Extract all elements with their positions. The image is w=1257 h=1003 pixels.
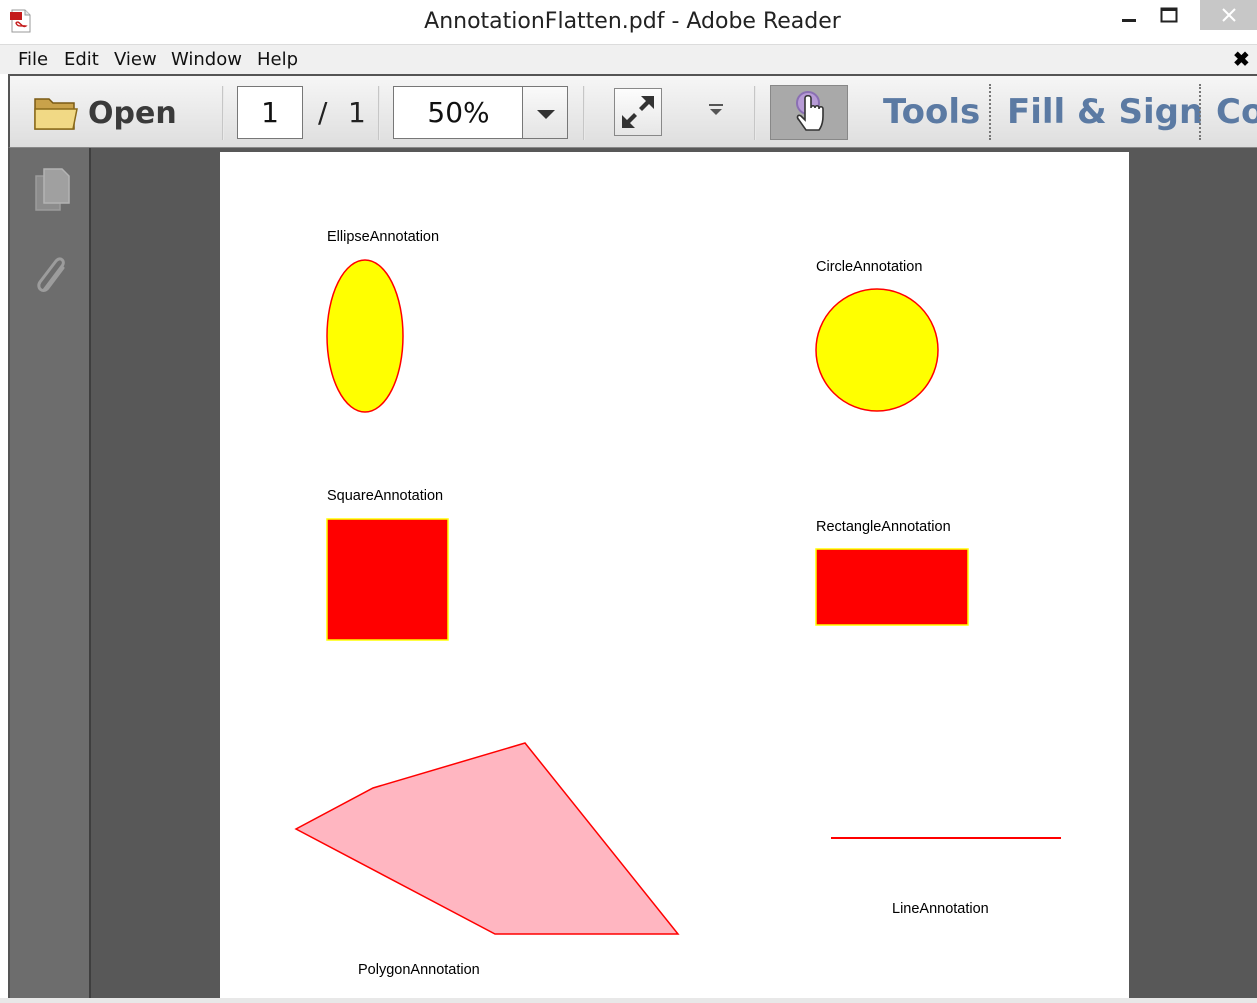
window-title: AnnotationFlatten.pdf - Adobe Reader xyxy=(424,9,841,34)
circle-annotation-label: CircleAnnotation xyxy=(816,259,923,275)
close-icon xyxy=(1221,8,1236,22)
tools-link[interactable]: Tools xyxy=(883,92,980,132)
ellipse-annotation-label: EllipseAnnotation xyxy=(327,229,440,245)
fill-sign-link[interactable]: Fill & Sign xyxy=(1007,92,1203,132)
maximize-icon xyxy=(1160,7,1178,23)
comment-link[interactable]: Co xyxy=(1216,92,1257,132)
navigation-pane xyxy=(8,148,91,998)
menu-file[interactable]: File xyxy=(18,49,48,70)
polygon-annotation-label: PolygonAnnotation xyxy=(358,962,480,978)
toolbar-separator xyxy=(583,86,585,140)
page-separator: / xyxy=(318,96,328,129)
toolbar-separator xyxy=(989,84,991,140)
line-annotation-label: LineAnnotation xyxy=(892,901,989,917)
toolbar-separator xyxy=(1199,84,1201,140)
close-window-button[interactable] xyxy=(1200,0,1257,30)
menu-view[interactable]: View xyxy=(114,49,157,70)
touch-mode-button[interactable] xyxy=(770,85,848,140)
polygon-annotation-shape xyxy=(294,742,680,935)
open-button[interactable]: Open xyxy=(32,90,177,136)
pages-icon[interactable] xyxy=(32,166,72,214)
toolbar-menu-icon[interactable] xyxy=(704,100,728,120)
zoom-input[interactable]: 50% xyxy=(393,86,523,139)
minimize-button[interactable] xyxy=(1107,0,1151,30)
toolbar-separator xyxy=(222,86,224,140)
page-total: 1 xyxy=(348,96,366,129)
annotation-shapes xyxy=(294,259,1061,935)
menu-edit[interactable]: Edit xyxy=(64,49,99,70)
square-annotation-label: SquareAnnotation xyxy=(327,488,444,504)
square-annotation-shape xyxy=(326,518,449,641)
menu-help[interactable]: Help xyxy=(257,49,298,70)
expand-arrows-icon xyxy=(622,96,654,128)
title-bar: AnnotationFlatten.pdf - Adobe Reader xyxy=(0,0,1257,44)
document-viewport[interactable]: EllipseAnnotation CircleAnnotation Squar… xyxy=(91,148,1257,998)
maximize-button[interactable] xyxy=(1147,0,1191,30)
open-label: Open xyxy=(88,95,177,131)
hand-pointer-icon xyxy=(796,91,824,131)
chevron-down-icon xyxy=(537,110,555,119)
folder-icon xyxy=(34,98,78,130)
menu-bar: File Edit View Window Help ✖ xyxy=(0,44,1257,74)
toolbar-separator xyxy=(378,86,380,140)
rectangle-annotation-label: RectangleAnnotation xyxy=(816,519,951,535)
page-number-input[interactable]: 1 xyxy=(237,86,303,139)
rectangle-annotation-shape xyxy=(815,548,969,626)
toolbar-separator xyxy=(754,86,756,140)
menu-window[interactable]: Window xyxy=(171,49,242,70)
ellipse-annotation-shape xyxy=(326,259,404,413)
minimize-icon xyxy=(1122,19,1136,22)
paperclip-icon[interactable] xyxy=(32,252,72,300)
full-screen-button[interactable] xyxy=(614,88,662,136)
toolbar: Open 1 / 1 50% Tools Fill & Sign Co xyxy=(8,74,1257,148)
circle-annotation-shape xyxy=(815,288,939,412)
zoom-dropdown-button[interactable] xyxy=(522,86,568,139)
bottom-border xyxy=(0,998,1257,1003)
close-document-button[interactable]: ✖ xyxy=(1233,47,1250,72)
pdf-page: EllipseAnnotation CircleAnnotation Squar… xyxy=(220,152,1129,998)
